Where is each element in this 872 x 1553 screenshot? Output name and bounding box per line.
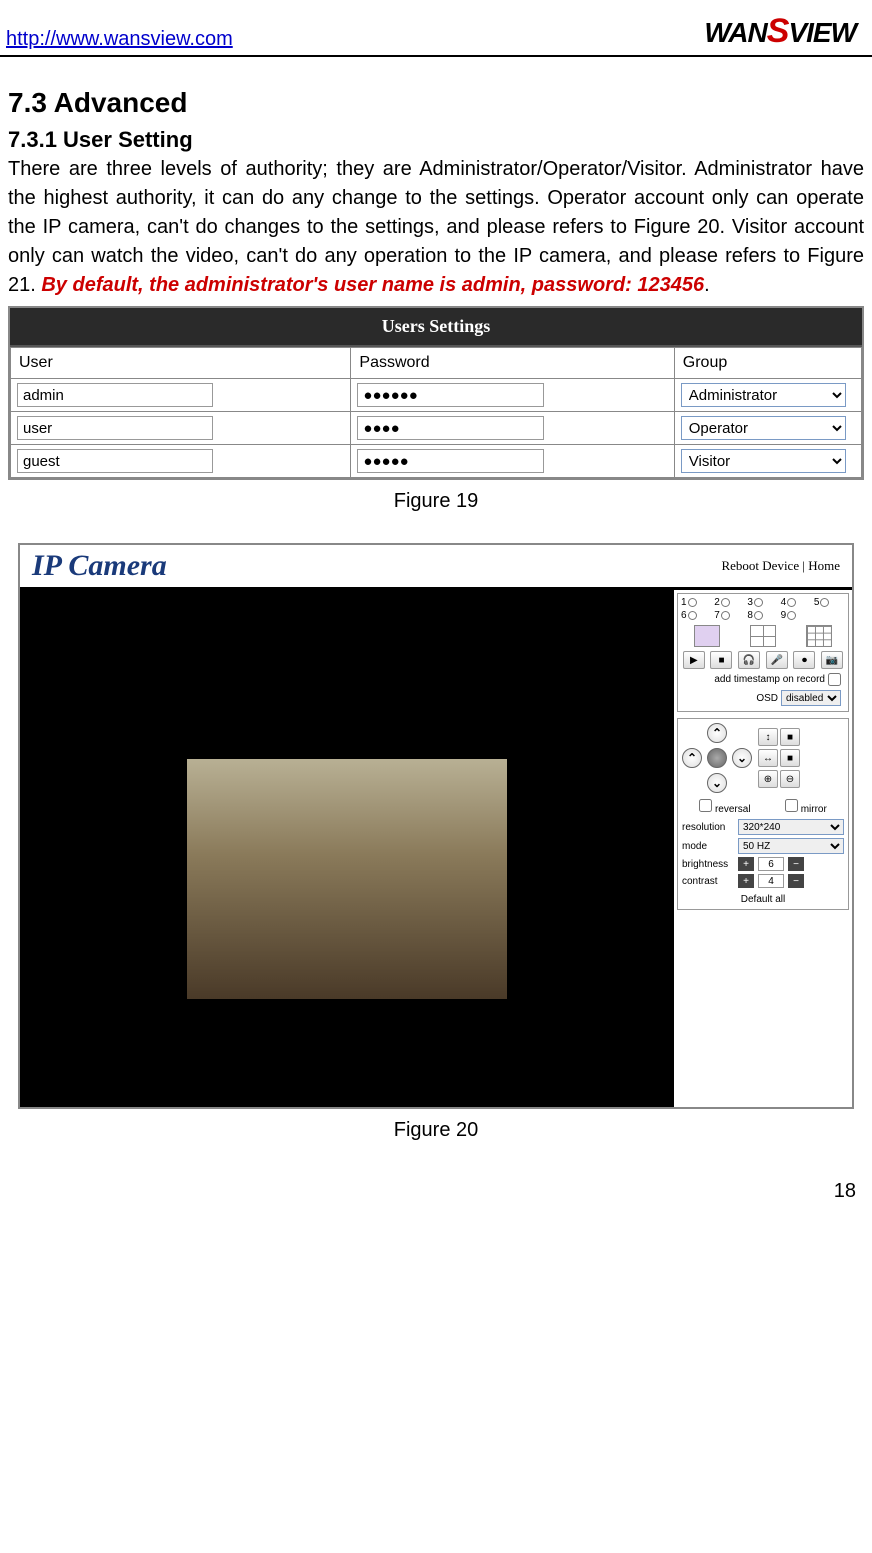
control-sidebar: 1 2 3 4 5 6 7 8 9 (674, 590, 852, 1107)
section-heading-7-3-1: 7.3.1 User Setting (8, 127, 864, 153)
ptz-left-icon[interactable]: ⌃ (682, 748, 702, 768)
page-header: http://www.wansview.com WANSVIEW (0, 0, 872, 57)
password-input[interactable] (357, 449, 543, 473)
default-all-link[interactable]: Default all (682, 894, 844, 905)
timestamp-checkbox[interactable] (828, 673, 841, 686)
table-header-row: User Password Group (11, 348, 862, 379)
mic-icon[interactable]: 🎤 (766, 651, 788, 669)
ptz-down-icon[interactable]: ⌄ (707, 773, 727, 793)
contrast-value[interactable] (758, 874, 784, 888)
brightness-value[interactable] (758, 857, 784, 871)
mirror-option[interactable]: mirror (785, 799, 827, 815)
figure-19-caption: Figure 19 (8, 490, 864, 513)
brightness-minus-icon[interactable]: − (788, 857, 804, 871)
contrast-minus-icon[interactable]: − (788, 874, 804, 888)
preset-3[interactable]: 3 (747, 597, 778, 608)
section-body: There are three levels of authority; the… (8, 155, 864, 300)
page-number: 18 (0, 1172, 872, 1211)
logo-text-post: VIEW (788, 17, 856, 48)
mode-label: mode (682, 841, 734, 852)
resolution-select[interactable]: 320*240 (738, 819, 844, 835)
group-select[interactable]: Visitor (681, 449, 847, 473)
video-area (20, 590, 674, 1107)
col-header-password: Password (351, 348, 674, 379)
header-url-link[interactable]: http://www.wansview.com (6, 28, 233, 51)
ip-camera-ui: IP Camera Reboot Device | Home 1 2 3 4 5 (18, 543, 854, 1109)
timestamp-label: add timestamp on record (714, 674, 825, 685)
vpatrol-icon[interactable]: ↕ (758, 728, 778, 746)
hpatrol-icon[interactable]: ↔ (758, 749, 778, 767)
preset-4[interactable]: 4 (781, 597, 812, 608)
home-link[interactable]: Home (808, 558, 840, 573)
password-input[interactable] (357, 383, 543, 407)
user-input[interactable] (17, 416, 213, 440)
preset-9[interactable]: 9 (781, 610, 812, 621)
preset-6[interactable]: 6 (681, 610, 712, 621)
brightness-label: brightness (682, 859, 734, 870)
users-settings-panel: Users Settings User Password Group Admin… (8, 306, 864, 480)
col-header-user: User (11, 348, 351, 379)
ptz-up-icon[interactable]: ⌃ (707, 723, 727, 743)
audio-icon[interactable]: 🎧 (738, 651, 760, 669)
users-table: User Password Group Administrator Operat… (10, 347, 862, 478)
table-row: Administrator (11, 379, 862, 412)
stop-icon[interactable]: ■ (710, 651, 732, 669)
record-icon[interactable]: ⏺ (793, 651, 815, 669)
col-header-group: Group (674, 348, 861, 379)
brightness-plus-icon[interactable]: + (738, 857, 754, 871)
table-row: Visitor (11, 445, 862, 478)
ptz-dpad: ⌃ ⌃ ⌄ ⌄ (682, 723, 752, 793)
preset-5[interactable]: 5 (814, 597, 845, 608)
mode-select[interactable]: 50 HZ (738, 838, 844, 854)
group-select[interactable]: Operator (681, 416, 847, 440)
password-input[interactable] (357, 416, 543, 440)
ipcam-header: IP Camera Reboot Device | Home (20, 545, 852, 587)
wansview-logo: WANSVIEW (704, 12, 856, 51)
figure-20-caption: Figure 20 (8, 1119, 864, 1142)
hpatrol-stop-icon[interactable]: ■ (780, 749, 800, 767)
snapshot-icon[interactable]: 📷 (821, 651, 843, 669)
contrast-plus-icon[interactable]: + (738, 874, 754, 888)
osd-label: OSD (756, 693, 778, 704)
io-on-icon[interactable]: ⊕ (758, 770, 778, 788)
ipcamera-logo: IP Camera (32, 549, 167, 583)
logo-s-icon: S (767, 12, 789, 51)
default-credentials-warning: By default, the administrator's user nam… (41, 274, 704, 296)
layout-single-icon[interactable] (694, 625, 720, 647)
preset-panel: 1 2 3 4 5 6 7 8 9 (677, 593, 849, 712)
preset-8[interactable]: 8 (747, 610, 778, 621)
osd-select[interactable]: disabled (781, 690, 841, 706)
preset-2[interactable]: 2 (714, 597, 745, 608)
users-settings-title: Users Settings (10, 308, 862, 347)
table-row: Operator (11, 412, 862, 445)
section-heading-7-3: 7.3 Advanced (8, 87, 864, 119)
ptz-panel: ⌃ ⌃ ⌄ ⌄ ↕ ■ ↔ (677, 718, 849, 910)
io-off-icon[interactable]: ⊖ (780, 770, 800, 788)
reboot-link[interactable]: Reboot Device (721, 558, 799, 573)
resolution-label: resolution (682, 822, 734, 833)
layout-nine-icon[interactable] (806, 625, 832, 647)
reversal-option[interactable]: reversal (699, 799, 750, 815)
logo-text-pre: WAN (704, 17, 766, 48)
ptz-center-icon[interactable] (707, 748, 727, 768)
ptz-right-icon[interactable]: ⌄ (732, 748, 752, 768)
link-separator: | (799, 558, 808, 573)
play-icon[interactable]: ▶ (683, 651, 705, 669)
group-select[interactable]: Administrator (681, 383, 847, 407)
body-text-post: . (704, 274, 710, 296)
user-input[interactable] (17, 449, 213, 473)
preset-7[interactable]: 7 (714, 610, 745, 621)
contrast-label: contrast (682, 876, 734, 887)
vpatrol-stop-icon[interactable]: ■ (780, 728, 800, 746)
video-feed (187, 759, 507, 999)
preset-1[interactable]: 1 (681, 597, 712, 608)
layout-quad-icon[interactable] (750, 625, 776, 647)
user-input[interactable] (17, 383, 213, 407)
header-links: Reboot Device | Home (721, 558, 840, 574)
